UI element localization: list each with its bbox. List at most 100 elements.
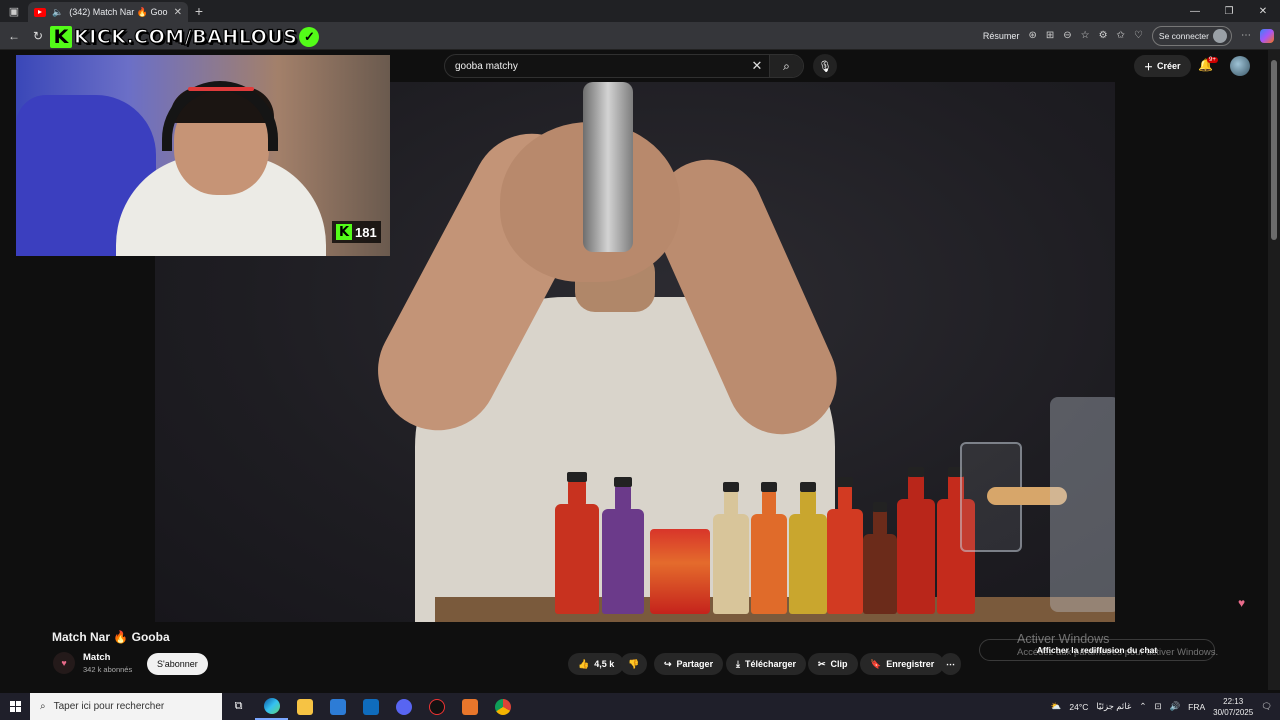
browser-tab-active[interactable]: 🔈 (342) Match Nar 🔥 Gooba ✕ xyxy=(28,2,188,22)
taskbar-app-chrome[interactable] xyxy=(486,693,519,720)
video-title: Match Nar 🔥 Gooba xyxy=(52,630,170,644)
zoom-icon[interactable]: ⊖ xyxy=(1063,30,1071,41)
like-button[interactable]: 👍 4,5 k xyxy=(568,653,625,675)
new-tab-button[interactable]: + xyxy=(188,3,210,19)
notification-center-icon[interactable]: 🗨 xyxy=(1261,701,1272,712)
channel-watermark-icon: ♥ xyxy=(1238,596,1246,610)
office-icon xyxy=(461,698,478,715)
toolbar-right: Résumer ⊛ ⊞ ⊖ ☆ ⚙ ✩ ♡ Se connecter ⋯ xyxy=(983,25,1274,46)
dislike-button[interactable]: 👎 xyxy=(620,653,648,675)
save-button[interactable]: 🔖 Enregistrer xyxy=(860,653,945,675)
page-viewport: K 181 xyxy=(0,50,1268,690)
store-icon xyxy=(329,698,346,715)
taskbar-app-edge[interactable] xyxy=(255,693,288,720)
reload-icon[interactable]: ↻ xyxy=(30,29,46,43)
taskbar-app-office[interactable] xyxy=(453,693,486,720)
plus-icon: ＋ xyxy=(1144,61,1154,72)
search-icon[interactable]: ⌕ xyxy=(769,55,803,77)
network-icon[interactable]: ⊡ xyxy=(1154,701,1161,712)
screen: ▣ 🔈 (342) Match Nar 🔥 Gooba ✕ + — ❐ ✕ ← … xyxy=(0,0,1280,720)
profile-avatar-icon xyxy=(1213,28,1227,43)
taskbar-app-outlook[interactable] xyxy=(354,693,387,720)
close-window-icon[interactable]: ✕ xyxy=(1246,0,1280,22)
streamer-facecam: K 181 xyxy=(16,55,390,256)
clip-label: Clip xyxy=(830,659,848,669)
page-scrollbar[interactable] xyxy=(1268,50,1280,690)
ai-icon[interactable]: ⊛ xyxy=(1028,30,1036,41)
taskbar-app-discord[interactable] xyxy=(387,693,420,720)
hot-sauce-bottle xyxy=(751,482,787,614)
hot-sauce-bottle xyxy=(602,477,644,614)
weather-description[interactable]: غائم جزئيًا xyxy=(1096,701,1131,712)
hot-sauce-bottle xyxy=(789,482,827,614)
favorite-star-icon[interactable]: ☆ xyxy=(1081,30,1090,41)
more-actions-button[interactable]: ⋯ xyxy=(940,653,961,675)
taskbar-search[interactable]: ⌕ Taper ici pour rechercher xyxy=(30,693,222,720)
bookmark-icon: 🔖 xyxy=(870,658,882,669)
sign-in-label: Se connecter xyxy=(1158,30,1209,41)
back-icon[interactable]: ← xyxy=(6,29,22,43)
tomato-can xyxy=(650,529,710,614)
more-menu-icon[interactable]: ⋯ xyxy=(1241,30,1251,41)
clock[interactable]: 22:13 30/07/2025 xyxy=(1213,696,1253,718)
show-chat-replay-button[interactable]: Afficher la rediffusion du chat xyxy=(979,639,1215,661)
hot-sauce-bottle xyxy=(897,467,935,614)
sign-in-button[interactable]: Se connecter xyxy=(1151,25,1232,46)
copilot-icon[interactable] xyxy=(1260,28,1274,43)
outlook-icon xyxy=(362,698,379,715)
weather-temperature[interactable]: 24°C xyxy=(1069,702,1088,712)
chrome-icon xyxy=(494,698,511,715)
tab-audio-icon[interactable]: 🔈 xyxy=(52,7,63,18)
hot-sauce-bottle xyxy=(827,477,863,614)
channel-name[interactable]: Match xyxy=(83,652,110,663)
maximize-icon[interactable]: ❐ xyxy=(1212,0,1246,22)
youtube-favicon-icon xyxy=(34,7,46,17)
tab-title: (342) Match Nar 🔥 Gooba xyxy=(69,6,168,17)
taskbar-app-explorer[interactable] xyxy=(288,693,321,720)
scrollbar-thumb[interactable] xyxy=(1271,60,1277,240)
download-icon: ⤓ xyxy=(736,658,740,669)
summarize-button[interactable]: Résumer xyxy=(983,31,1020,41)
hot-sauce-bottle xyxy=(555,472,599,614)
kick-logo-icon: K xyxy=(50,26,72,48)
task-view-icon: ⧉ xyxy=(234,700,243,712)
download-label: Télécharger xyxy=(744,659,797,669)
clip-button[interactable]: ✂ Clip xyxy=(808,653,858,675)
volume-icon[interactable]: 🔊 xyxy=(1170,701,1181,712)
taskbar-app-capcut[interactable] xyxy=(420,693,453,720)
language-indicator[interactable]: FRA xyxy=(1188,702,1205,712)
share-button[interactable]: ↪ Partager xyxy=(654,653,724,675)
tab-close-icon[interactable]: ✕ xyxy=(174,7,182,18)
subscribe-button[interactable]: S'abonner xyxy=(147,653,208,675)
start-button[interactable] xyxy=(0,701,30,712)
collections-icon[interactable]: ♡ xyxy=(1134,30,1143,41)
viewer-count: 181 xyxy=(355,224,377,240)
scissors-icon: ✂ xyxy=(818,658,826,669)
create-label: Créer xyxy=(1157,61,1181,71)
weather-icon[interactable]: ⛅ xyxy=(1051,701,1062,712)
voice-search-icon[interactable]: 🎙 xyxy=(813,54,837,78)
extensions-icon[interactable]: ⚙ xyxy=(1099,30,1108,41)
video-shaker xyxy=(583,82,633,252)
download-button[interactable]: ⤓ Télécharger xyxy=(726,653,807,675)
account-avatar[interactable] xyxy=(1230,56,1250,76)
app-icon[interactable]: ⊞ xyxy=(1046,30,1054,41)
taskbar-app-store[interactable] xyxy=(321,693,354,720)
thumbs-down-icon: 👎 xyxy=(628,658,640,669)
tray-expand-icon[interactable]: ⌃ xyxy=(1139,701,1146,712)
search-bar: gooba matchy ✕ ⌕ xyxy=(444,54,804,78)
task-view-button[interactable]: ⧉ xyxy=(222,693,255,720)
channel-avatar[interactable]: ♥ xyxy=(53,652,75,674)
search-input[interactable]: gooba matchy xyxy=(455,61,745,72)
hot-sauce-bottle xyxy=(863,502,897,614)
create-button[interactable]: ＋ Créer xyxy=(1134,55,1191,77)
favorites-icon[interactable]: ✩ xyxy=(1117,30,1125,41)
kick-brand-text: KICK.COM/BAHLOUS xyxy=(73,25,298,48)
windows-logo-icon xyxy=(9,701,21,712)
tab-actions-icon[interactable]: ▣ xyxy=(0,0,28,22)
share-icon: ↪ xyxy=(664,658,672,669)
viewer-count-badge: K 181 xyxy=(332,221,381,243)
notification-badge: 9+ xyxy=(1207,57,1218,63)
clear-search-icon[interactable]: ✕ xyxy=(745,58,769,74)
minimize-icon[interactable]: — xyxy=(1178,0,1212,22)
